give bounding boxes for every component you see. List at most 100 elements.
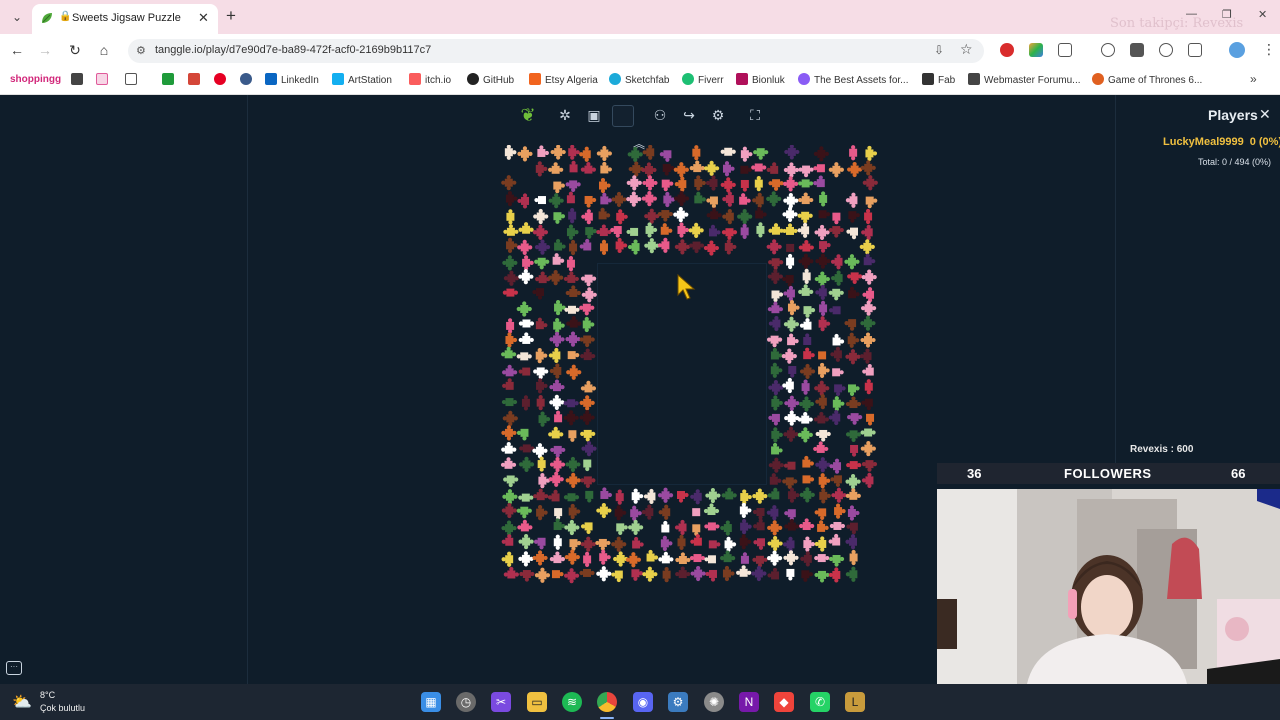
puzzle-piece[interactable] [673,190,690,207]
bookmark-github[interactable]: GitHub [467,73,514,89]
puzzle-piece[interactable] [847,413,863,425]
puzzle-piece[interactable] [740,165,752,174]
puzzle-piece[interactable] [579,395,595,411]
puzzle-piece[interactable] [766,505,779,521]
puzzle-piece[interactable] [550,145,566,160]
discord-icon[interactable]: ◉ [633,692,653,712]
puzzle-piece[interactable] [548,193,564,209]
puzzle-piece[interactable] [506,209,515,225]
puzzle-piece[interactable] [532,224,549,240]
puzzle-piece[interactable] [599,549,611,565]
puzzle-piece[interactable] [658,504,671,520]
puzzle-piece[interactable] [771,290,784,303]
puzzle-piece[interactable] [516,301,532,317]
puzzle-piece[interactable] [818,473,831,489]
puzzle-piece[interactable] [549,331,565,348]
puzzle-piece[interactable] [616,523,628,535]
puzzle-piece[interactable] [819,191,828,207]
puzzle-piece[interactable] [859,348,872,364]
minimize-icon[interactable]: — [1186,8,1197,20]
puzzle-piece[interactable] [831,487,847,503]
puzzle-piece[interactable] [516,428,529,441]
puzzle-piece[interactable] [535,161,548,177]
puzzle-piece[interactable] [537,145,549,157]
puzzle-piece[interactable] [615,237,628,254]
puzzle-piece[interactable] [595,538,611,551]
puzzle-piece[interactable] [536,378,548,394]
puzzle-piece[interactable] [630,505,642,521]
puzzle-piece[interactable] [537,456,546,472]
puzzle-piece[interactable] [663,191,675,208]
puzzle-piece[interactable] [657,210,673,222]
bookmark-bionluk[interactable]: Bionluk [736,73,785,89]
bookmark-shopping[interactable]: shoppingg [10,73,61,89]
puzzle-piece[interactable] [800,551,812,567]
puzzle-piece[interactable] [642,145,655,160]
puzzle-piece[interactable] [860,160,876,176]
puzzle-piece[interactable] [659,150,672,162]
puzzle-piece[interactable] [568,503,581,520]
puzzle-piece[interactable] [798,179,814,188]
omnibox[interactable]: ⚙ tanggle.io/play/d7e90d7e-ba89-472f-acf… [128,39,984,63]
windows-start-icon[interactable]: ▦ [421,692,441,712]
puzzle-piece[interactable] [673,207,689,223]
puzzle-piece[interactable] [814,224,830,241]
puzzle-piece[interactable] [722,209,734,225]
bookmark-fiverr[interactable]: Fiverr [682,73,724,89]
puzzle-piece[interactable] [802,268,811,285]
puzzle-piece[interactable] [768,179,784,191]
puzzle-piece[interactable] [535,317,548,330]
puzzle-piece[interactable] [688,241,705,254]
puzzle-piece[interactable] [583,551,592,568]
puzzle-piece[interactable] [564,305,580,314]
puzzle-piece[interactable] [532,443,548,459]
puzzle-piece[interactable] [845,396,862,409]
chrome-icon[interactable] [597,692,617,712]
puzzle-piece[interactable] [845,534,858,550]
puzzle-piece[interactable] [740,179,749,192]
puzzle-piece[interactable] [569,160,578,173]
puzzle-piece[interactable] [674,519,687,536]
puzzle-piece[interactable] [703,503,720,516]
puzzle-piece[interactable] [518,332,534,344]
puzzle-piece[interactable] [596,224,612,237]
bookmark-webmaster[interactable]: Webmaster Forumu... [968,73,1081,89]
puzzle-piece[interactable] [751,565,767,582]
extensions-puzzle-icon[interactable] [1058,43,1072,57]
puzzle-piece[interactable] [753,148,769,160]
puzzle-piece[interactable] [581,287,597,303]
puzzle-piece[interactable] [598,207,611,220]
puzzle-piece[interactable] [782,223,798,235]
puzzle-piece[interactable] [532,288,544,300]
puzzle-piece[interactable] [829,521,846,530]
settings-gear-icon[interactable]: ⚙ [706,103,730,127]
chat-icon[interactable]: ··· [6,661,22,675]
puzzle-piece[interactable] [798,253,814,269]
puzzle-piece[interactable] [803,536,815,552]
more-bookmarks-icon[interactable]: » [1250,72,1257,86]
puzzle-piece[interactable] [814,380,830,396]
puzzle-piece[interactable] [768,315,781,332]
puzzle-piece[interactable] [674,176,687,192]
puzzle-piece[interactable] [501,346,517,359]
puzzle-piece[interactable] [501,398,518,407]
puzzle-piece[interactable] [611,570,623,583]
puzzle-piece[interactable] [583,459,592,472]
puzzle-piece[interactable] [579,568,595,577]
bookmark-itchio[interactable]: itch.io [409,73,451,89]
site-info-icon[interactable]: ⚙ [136,44,146,57]
puzzle-piece[interactable] [787,487,800,503]
puzzle-piece[interactable] [861,224,873,240]
puzzle-piece[interactable] [846,522,858,535]
puzzle-piece[interactable] [657,487,674,503]
puzzle-piece[interactable] [535,348,548,364]
puzzle-piece[interactable] [505,332,518,348]
back-arrow-icon[interactable]: ← [8,41,26,59]
puzzle-piece[interactable] [769,473,782,485]
extension-icon[interactable] [1029,43,1043,57]
puzzle-piece[interactable] [753,538,765,550]
puzzle-piece[interactable] [552,253,565,265]
puzzle-piece[interactable] [614,505,627,521]
puzzle-piece[interactable] [722,161,735,177]
puzzle-piece[interactable] [503,475,519,488]
